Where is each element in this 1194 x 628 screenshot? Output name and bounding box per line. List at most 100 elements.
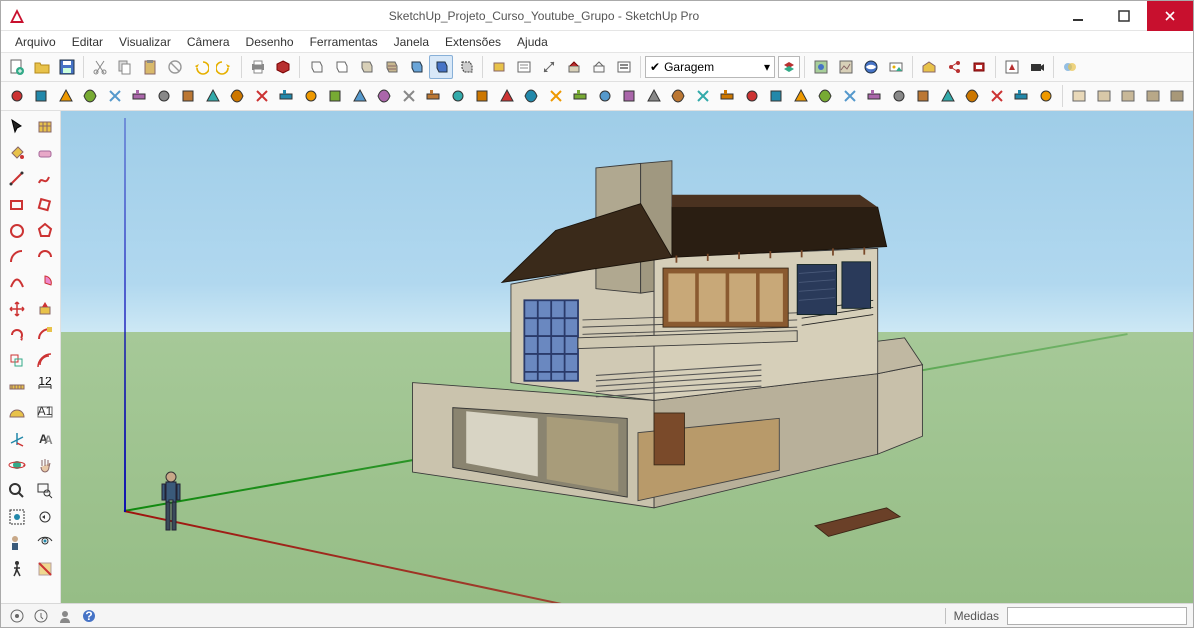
style-2[interactable] (1092, 84, 1116, 108)
cut-icon[interactable] (88, 55, 112, 79)
large-tool-36[interactable] (863, 84, 887, 108)
menu-desenho[interactable]: Desenho (238, 33, 302, 51)
menu-arquivo[interactable]: Arquivo (7, 33, 64, 51)
large-tool-42[interactable] (1010, 84, 1034, 108)
layer-dropdown[interactable]: ✔Garagem ▾ (645, 56, 775, 78)
circle-tool[interactable] (4, 219, 30, 243)
large-tool-7[interactable] (152, 84, 176, 108)
large-tool-8[interactable] (177, 84, 201, 108)
back-edges-icon[interactable] (454, 55, 478, 79)
shaded-tex-icon[interactable] (379, 55, 403, 79)
paste-icon[interactable] (138, 55, 162, 79)
large-tool-18[interactable] (422, 84, 446, 108)
delete-icon[interactable] (163, 55, 187, 79)
xray-icon[interactable] (429, 55, 453, 79)
polygon-tool[interactable] (32, 219, 58, 243)
close-button[interactable] (1147, 1, 1193, 31)
large-tool-30[interactable] (716, 84, 740, 108)
add-location-icon[interactable] (809, 55, 833, 79)
large-tool-11[interactable] (250, 84, 274, 108)
large-tool-35[interactable] (838, 84, 862, 108)
style-3[interactable] (1116, 84, 1140, 108)
line-tool[interactable] (4, 167, 30, 191)
large-tool-34[interactable] (814, 84, 838, 108)
freehand-tool[interactable] (32, 167, 58, 191)
viewport[interactable] (61, 111, 1193, 603)
large-tool-23[interactable] (544, 84, 568, 108)
advanced-camera-icon[interactable] (1025, 55, 1049, 79)
rotated-rect-tool[interactable] (32, 193, 58, 217)
eraser-tool[interactable] (32, 141, 58, 165)
new-doc-icon[interactable] (5, 55, 29, 79)
menu-visualizar[interactable]: Visualizar (111, 33, 179, 51)
monochrome-icon[interactable] (404, 55, 428, 79)
ext-warehouse-icon[interactable] (967, 55, 991, 79)
large-tool-14[interactable] (324, 84, 348, 108)
large-tool-33[interactable] (789, 84, 813, 108)
two-point-arc-tool[interactable] (32, 245, 58, 269)
menu-janela[interactable]: Janela (386, 33, 437, 51)
large-tool-25[interactable] (593, 84, 617, 108)
orbit-tool[interactable] (4, 453, 30, 477)
large-tool-24[interactable] (569, 84, 593, 108)
large-tool-16[interactable] (373, 84, 397, 108)
section-plane-tool[interactable] (32, 557, 58, 581)
interact-icon[interactable] (562, 55, 586, 79)
large-tool-27[interactable] (642, 84, 666, 108)
large-tool-12[interactable] (275, 84, 299, 108)
large-tool-17[interactable] (397, 84, 421, 108)
3d-text-tool[interactable]: AA (32, 427, 58, 451)
make-component-icon[interactable] (487, 55, 511, 79)
axes-tool[interactable] (4, 427, 30, 451)
component-options-icon[interactable] (512, 55, 536, 79)
large-tool-9[interactable] (201, 84, 225, 108)
help-icon[interactable]: ? (79, 606, 99, 626)
position-camera-tool[interactable] (4, 531, 30, 555)
large-tool-29[interactable] (691, 84, 715, 108)
rotate-tool[interactable] (4, 323, 30, 347)
large-tool-38[interactable] (912, 84, 936, 108)
house-model[interactable] (355, 150, 989, 544)
layer-manager-button[interactable] (778, 56, 800, 78)
large-tool-2[interactable] (30, 84, 54, 108)
layers-icon[interactable] (612, 55, 636, 79)
large-tool-1[interactable] (5, 84, 29, 108)
model-info-icon[interactable] (271, 55, 295, 79)
pie-tool[interactable] (32, 271, 58, 295)
large-tool-40[interactable] (961, 84, 985, 108)
large-tool-4[interactable] (79, 84, 103, 108)
pan-tool[interactable] (32, 453, 58, 477)
warehouse-icon[interactable] (917, 55, 941, 79)
outliner-icon[interactable] (587, 55, 611, 79)
large-tool-5[interactable] (103, 84, 127, 108)
zoom-extents-tool[interactable] (4, 505, 30, 529)
preview-icon[interactable] (859, 55, 883, 79)
menu-camera[interactable]: Câmera (179, 33, 238, 51)
credits-icon[interactable] (31, 606, 51, 626)
tape-measure-tool[interactable] (4, 375, 30, 399)
save-icon[interactable] (55, 55, 79, 79)
zoom-window-tool[interactable] (32, 479, 58, 503)
minimize-button[interactable] (1055, 1, 1101, 31)
style-1[interactable] (1067, 84, 1091, 108)
menu-extensoes[interactable]: Extensões (437, 33, 509, 51)
open-icon[interactable] (30, 55, 54, 79)
move-tool[interactable] (4, 297, 30, 321)
follow-me-tool[interactable] (32, 323, 58, 347)
shaded-icon[interactable] (354, 55, 378, 79)
large-tool-10[interactable] (226, 84, 250, 108)
undo-icon[interactable] (188, 55, 212, 79)
send-layout-icon[interactable] (1000, 55, 1024, 79)
menu-editar[interactable]: Editar (64, 33, 111, 51)
three-point-arc-tool[interactable] (4, 271, 30, 295)
large-tool-19[interactable] (446, 84, 470, 108)
large-tool-21[interactable] (495, 84, 519, 108)
large-tool-28[interactable] (667, 84, 691, 108)
protractor-tool[interactable] (4, 401, 30, 425)
photo-textures-icon[interactable] (884, 55, 908, 79)
push-pull-tool[interactable] (32, 297, 58, 321)
large-tool-26[interactable] (618, 84, 642, 108)
menu-ferramentas[interactable]: Ferramentas (302, 33, 386, 51)
offset-tool[interactable] (32, 349, 58, 373)
large-tool-43[interactable] (1034, 84, 1058, 108)
